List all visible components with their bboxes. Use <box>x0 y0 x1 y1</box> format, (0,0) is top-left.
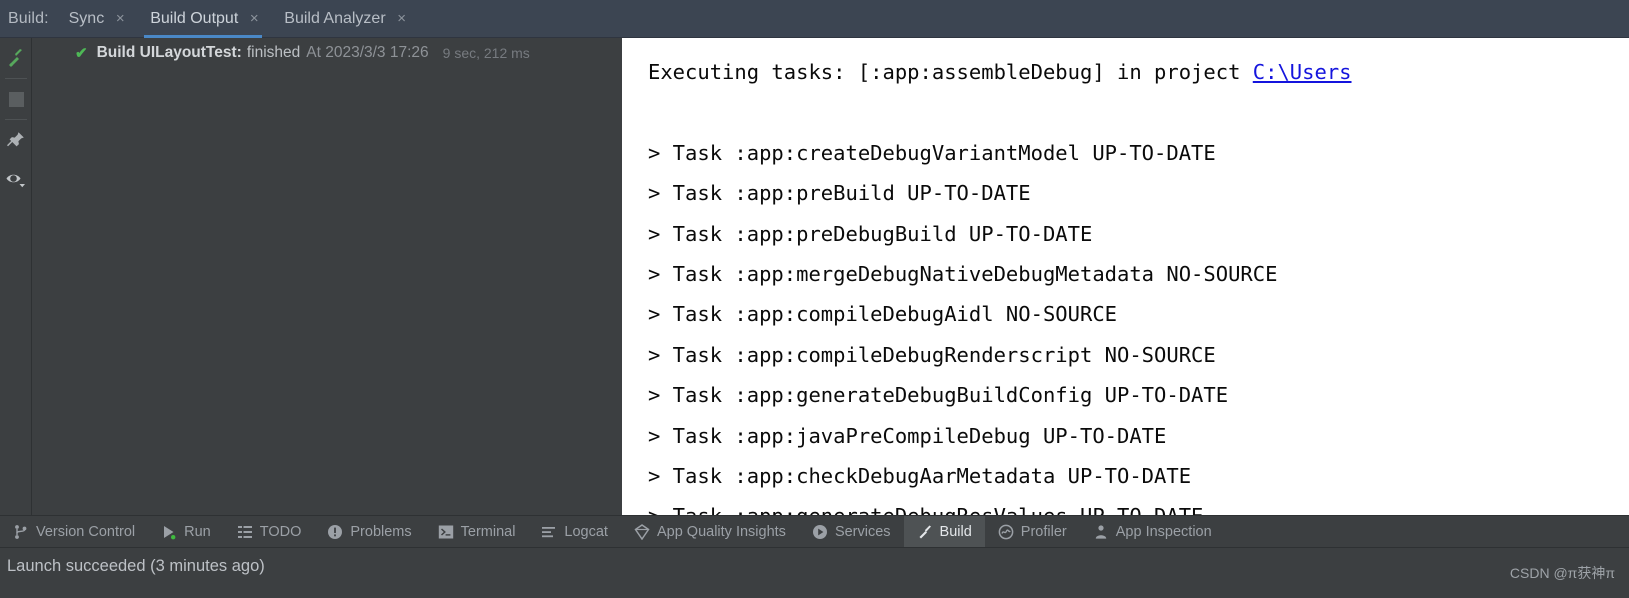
stop-icon <box>8 91 24 107</box>
problems-icon <box>327 524 343 540</box>
logcat-icon <box>541 524 557 540</box>
tab-sync[interactable]: Sync × <box>55 0 137 38</box>
run-icon <box>161 524 177 540</box>
console-line-text: > Task :app:compileDebugAidl NO-SOURCE <box>648 302 1117 327</box>
pin-icon <box>6 132 24 147</box>
toolwindow-terminal[interactable]: Terminal <box>425 516 529 548</box>
tabbar-title: Build: <box>8 9 49 27</box>
stop-build-button[interactable] <box>0 79 32 119</box>
toolwindow-label: Run <box>184 523 211 540</box>
tab-label: Build Output <box>150 9 239 27</box>
hammer-icon <box>9 49 22 67</box>
toolwindow-label: App Quality Insights <box>656 523 786 540</box>
tab-label: Build Analyzer <box>284 9 386 27</box>
close-icon[interactable]: × <box>396 11 408 26</box>
console-line: > Task :app:preBuild UP-TO-DATE <box>648 173 1629 213</box>
console-line-text: > Task :app:generateDebugResValues UP-TO… <box>648 504 1203 515</box>
console-line-text: > Task :app:createDebugVariantModel UP-T… <box>648 140 1216 165</box>
console-line: > Task :app:compileDebugAidl NO-SOURCE <box>648 294 1629 334</box>
toolwindow-run[interactable]: Run <box>148 516 224 548</box>
build-status-timestamp: At 2023/3/3 17:26 <box>306 44 429 61</box>
console-line: > Task :app:checkDebugAarMetadata UP-TO-… <box>648 456 1629 496</box>
tab-build-analyzer[interactable]: Build Analyzer × <box>270 0 417 38</box>
toolwindow-label: TODO <box>259 523 302 540</box>
toolwindow-build[interactable]: Build <box>903 515 985 548</box>
tab-label: Sync <box>68 9 105 27</box>
build-tabbar: Build: Sync × Build Output × Build Analyzer × <box>0 0 1629 38</box>
build-output-console[interactable]: Executing tasks: [:app:assembleDebug] in… <box>613 38 1629 515</box>
rerun-build-button[interactable] <box>0 38 32 78</box>
console-line-text: > Task :app:mergeDebugNativeDebugMetadat… <box>648 261 1278 286</box>
toolwindow-problems[interactable]: Problems <box>314 516 424 548</box>
filter-view-button[interactable] <box>0 160 32 200</box>
inspection-icon <box>1093 524 1109 540</box>
toolwindow-label: Terminal <box>460 523 516 540</box>
toolwindow-version-control[interactable]: Version Control <box>0 516 148 548</box>
tab-build-output[interactable]: Build Output × <box>136 0 270 38</box>
todo-icon <box>237 524 253 540</box>
toolwindow-label: Logcat <box>564 523 608 540</box>
console-line-text: > Task :app:preDebugBuild UP-TO-DATE <box>648 221 1093 246</box>
hammer-icon <box>917 524 933 540</box>
eye-icon <box>6 174 25 188</box>
console-line-text: > Task :app:checkDebugAarMetadata UP-TO-… <box>648 463 1192 488</box>
console-line-text: > Task :app:generateDebugBuildConfig UP-… <box>648 383 1229 408</box>
profiler-icon <box>998 524 1014 540</box>
status-message: Launch succeeded (3 minutes ago) <box>7 557 265 575</box>
toolwindow-todo[interactable]: TODO <box>224 516 315 548</box>
toolwindow-label: App Inspection <box>1115 523 1212 540</box>
project-path-link[interactable]: C:\Users <box>1253 60 1352 84</box>
build-action-rail <box>0 38 32 515</box>
toolwindow-app-inspection[interactable]: App Inspection <box>1080 516 1225 548</box>
console-line: > Task :app:compileDebugRenderscript NO-… <box>648 335 1629 375</box>
pin-tab-button[interactable] <box>0 120 32 160</box>
toolwindow-label: Profiler <box>1020 523 1067 540</box>
services-icon <box>812 524 828 540</box>
terminal-icon <box>438 524 454 540</box>
console-text: Executing tasks: [:app:assembleDebug] in… <box>622 38 1629 515</box>
toolwindow-label: Services <box>834 523 891 540</box>
toolwindow-app-quality-insights[interactable]: App Quality Insights <box>621 516 799 548</box>
build-status-title: Build UILayoutTest: <box>96 44 242 61</box>
gem-icon <box>634 523 650 540</box>
watermark-label: CSDN @π获神π <box>1509 565 1615 581</box>
build-status-result: finished <box>246 44 301 61</box>
console-line-text: > Task :app:compileDebugRenderscript NO-… <box>648 342 1216 367</box>
build-status-row[interactable]: ✔ Build UILayoutTest: finished At 2023/3… <box>33 38 613 68</box>
console-line: > Task :app:generateDebugBuildConfig UP-… <box>648 375 1629 415</box>
console-gutter <box>613 38 622 515</box>
console-line: Executing tasks: [:app:assembleDebug] in… <box>648 52 1629 92</box>
toolwindow-label: Version Control <box>36 523 136 540</box>
console-line: > Task :app:mergeDebugNativeDebugMetadat… <box>648 254 1629 294</box>
toolwindow-profiler[interactable]: Profiler <box>985 516 1080 548</box>
close-icon[interactable]: × <box>248 11 260 26</box>
android-studio-build-window: Build: Sync × Build Output × Build Analyzer × <box>0 0 1629 598</box>
build-tree-pane: ✔ Build UILayoutTest: finished At 2023/3… <box>33 38 613 515</box>
console-line: > Task :app:createDebugVariantModel UP-T… <box>648 133 1629 173</box>
toolwindow-label: Problems <box>350 523 412 540</box>
success-check-icon: ✔ <box>75 45 88 62</box>
console-line-text: Executing tasks: [:app:assembleDebug] in… <box>648 60 1253 84</box>
console-line: > Task :app:preDebugBuild UP-TO-DATE <box>648 214 1629 254</box>
console-line: > Task :app:generateDebugResValues UP-TO… <box>648 496 1629 515</box>
console-line: > Task :app:javaPreCompileDebug UP-TO-DA… <box>648 416 1629 456</box>
console-line-text: > Task :app:preBuild UP-TO-DATE <box>648 181 1031 206</box>
close-icon[interactable]: × <box>114 11 126 26</box>
status-bar: Launch succeeded (3 minutes ago) CSDN @π… <box>0 547 1629 598</box>
toolwindow-logcat[interactable]: Logcat <box>528 516 621 548</box>
toolwindow-bar: Version Control Run TODO Problems Terminal Lo… <box>0 515 1629 548</box>
console-line-text: > Task :app:javaPreCompileDebug UP-TO-DA… <box>648 423 1167 448</box>
branch-icon <box>13 524 29 540</box>
build-status-duration: 9 sec, 212 ms <box>442 45 530 61</box>
toolwindow-label: Build <box>939 523 972 540</box>
toolwindow-services[interactable]: Services <box>799 516 904 548</box>
